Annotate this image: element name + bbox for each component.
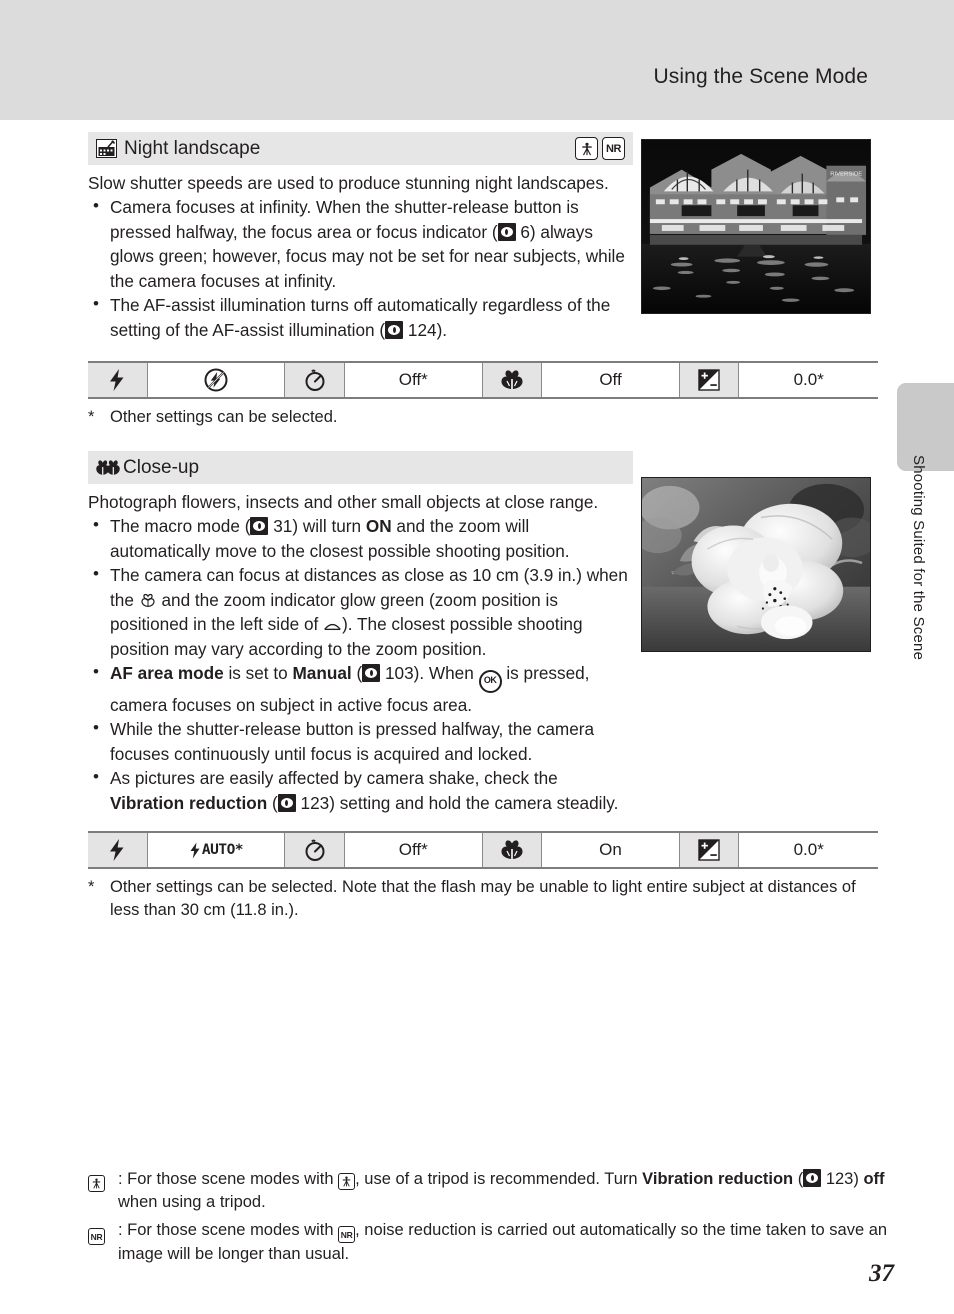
zoom-indicator-icon bbox=[323, 613, 342, 631]
macro-mode-icon bbox=[482, 362, 543, 397]
footnote-text: Other settings can be selected. Note tha… bbox=[110, 878, 856, 920]
bullet-list: The macro mode ( 31) will turn ON and th… bbox=[88, 513, 633, 815]
note-text-nr: : For those scene modes with NR, noise r… bbox=[118, 1220, 888, 1264]
page-title: Using the Scene Mode bbox=[653, 65, 868, 88]
footnote-text: Other settings can be selected. bbox=[110, 407, 338, 426]
exposure-compensation-icon bbox=[679, 833, 740, 868]
chapter-tab-label: Shooting Suited for the Scene bbox=[910, 455, 927, 661]
emphasis-on: ON bbox=[365, 516, 392, 537]
footnote-marker: * bbox=[88, 407, 95, 426]
noise-reduction-icon: NR bbox=[88, 1228, 105, 1246]
macro-mode-value: On bbox=[542, 833, 680, 868]
list-item: Camera focuses at infinity. When the shu… bbox=[88, 194, 633, 293]
settings-table-night-landscape: Off* Off 0.0* bbox=[88, 360, 878, 399]
bullet-list: Camera focuses at infinity. When the shu… bbox=[88, 194, 633, 342]
note-marker-nr: NR bbox=[88, 1219, 118, 1267]
flash-bolt-icon bbox=[190, 842, 200, 859]
flash-off-value bbox=[147, 362, 286, 397]
self-timer-icon bbox=[285, 833, 345, 868]
emphasis-off: off bbox=[863, 1170, 885, 1188]
page-ref-icon bbox=[497, 222, 516, 241]
section-header-close-up: Close-up bbox=[88, 451, 633, 485]
page-ref-icon bbox=[277, 793, 296, 812]
list-item: The camera can focus at distances as clo… bbox=[88, 562, 633, 661]
bottom-notes: : For those scene modes with , use of a … bbox=[88, 1168, 888, 1271]
footnote-close-up: * Other settings can be selected. Note t… bbox=[88, 876, 878, 922]
exposure-compensation-value: 0.0* bbox=[739, 833, 878, 868]
tripod-icon bbox=[88, 1175, 105, 1192]
flash-mode-icon bbox=[88, 362, 148, 397]
page-ref-icon bbox=[250, 517, 269, 536]
list-item: As pictures are easily affected by camer… bbox=[88, 765, 633, 815]
page-ref-icon bbox=[362, 664, 381, 682]
content-column: Night landscape NR Slow shutter speeds a… bbox=[88, 132, 878, 922]
emphasis-manual: Manual bbox=[292, 663, 352, 683]
macro-mode-icon bbox=[482, 833, 543, 868]
emphasis-af-area-mode: AF area mode bbox=[110, 663, 224, 683]
section-flags: NR bbox=[575, 137, 625, 160]
intro-text: Slow shutter speeds are used to produce … bbox=[88, 173, 609, 193]
flash-mode-icon bbox=[88, 833, 148, 868]
settings-table-close-up: AUTO* Off* On 0.0* bbox=[88, 831, 878, 870]
exposure-compensation-icon bbox=[679, 362, 740, 397]
footnote-night-landscape: * Other settings can be selected. bbox=[88, 406, 878, 429]
list-item: AF area mode is set to Manual ( 103). Wh… bbox=[88, 660, 633, 717]
emphasis-vibration-reduction: Vibration reduction bbox=[642, 1170, 794, 1188]
footnote-marker: * bbox=[88, 878, 95, 897]
tripod-icon bbox=[575, 137, 598, 160]
note-text-tripod: : For those scene modes with , use of a … bbox=[118, 1169, 885, 1212]
macro-mode-value: Off bbox=[542, 362, 680, 397]
page-ref-icon bbox=[385, 320, 404, 339]
section-title: Night landscape bbox=[124, 138, 261, 159]
page-number: 37 bbox=[869, 1260, 894, 1287]
intro-text: Photograph flowers, insects and other sm… bbox=[88, 492, 599, 513]
page-ref-icon bbox=[803, 1169, 822, 1187]
section-body-close-up: Photograph flowers, insects and other sm… bbox=[88, 484, 633, 815]
noise-reduction-icon: NR bbox=[602, 137, 625, 160]
close-up-icon bbox=[96, 458, 121, 477]
tripod-icon bbox=[338, 1173, 356, 1190]
self-timer-icon bbox=[285, 362, 345, 397]
ok-button-icon: OK bbox=[478, 670, 502, 693]
flash-auto-label: AUTO* bbox=[201, 842, 244, 859]
section-title: Close-up bbox=[123, 457, 200, 479]
note-noise-reduction: NR : For those scene modes with NR, nois… bbox=[88, 1219, 888, 1267]
list-item: The macro mode ( 31) will turn ON and th… bbox=[88, 513, 633, 563]
self-timer-value: Off* bbox=[344, 362, 483, 397]
noise-reduction-icon: NR bbox=[338, 1226, 356, 1244]
flash-auto-value: AUTO* bbox=[147, 833, 286, 868]
note-marker-tripod bbox=[88, 1168, 118, 1215]
section-body-night-landscape: Slow shutter speeds are used to produce … bbox=[88, 165, 633, 342]
night-landscape-icon bbox=[96, 139, 117, 158]
section-header-night-landscape: Night landscape NR bbox=[88, 132, 633, 165]
note-tripod: : For those scene modes with , use of a … bbox=[88, 1168, 888, 1215]
macro-flower-icon bbox=[139, 590, 157, 608]
list-item: The AF-assist illumination turns off aut… bbox=[88, 292, 633, 342]
emphasis-vibration-reduction: Vibration reduction bbox=[110, 792, 268, 813]
self-timer-value: Off* bbox=[344, 833, 483, 868]
page-header-band bbox=[0, 0, 954, 120]
exposure-compensation-value: 0.0* bbox=[739, 362, 878, 397]
list-item: While the shutter-release button is pres… bbox=[88, 716, 633, 766]
